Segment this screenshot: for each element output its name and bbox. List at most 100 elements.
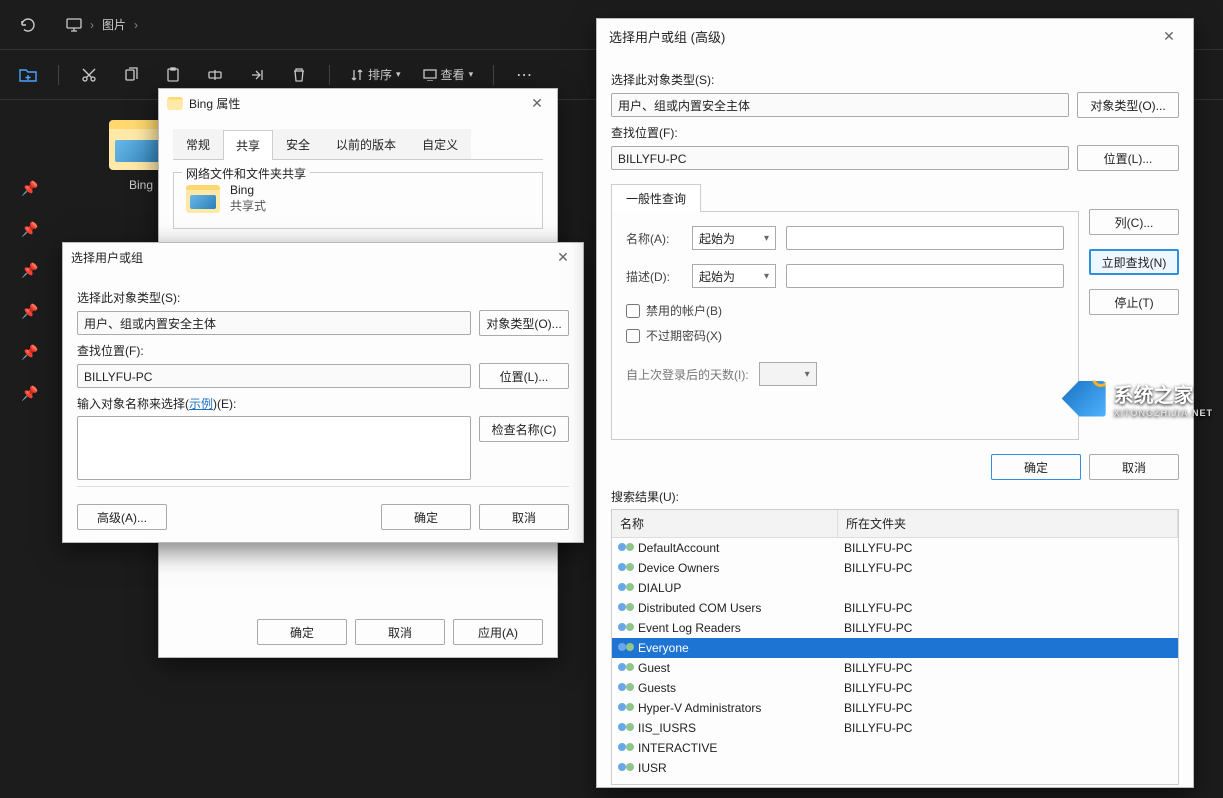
- find-now-button[interactable]: 立即查找(N): [1089, 249, 1179, 275]
- select-user-advanced-dialog: 选择用户或组 (高级) ✕ 选择此对象类型(S): 用户、组或内置安全主体 对象…: [596, 18, 1194, 788]
- group-icon: [618, 681, 634, 695]
- monitor-icon: [66, 18, 82, 32]
- group-icon: [618, 761, 634, 775]
- close-icon[interactable]: ✕: [1157, 28, 1181, 45]
- group-legend: 网络文件和文件夹共享: [182, 165, 310, 182]
- cancel-button[interactable]: 取消: [1089, 454, 1179, 480]
- chevron-down-icon: ▾: [805, 369, 810, 380]
- pin-icon: 📌: [21, 385, 38, 402]
- group-icon: [618, 641, 634, 655]
- view-dropdown[interactable]: 查看 ▾: [415, 59, 482, 91]
- group-icon: [618, 721, 634, 735]
- table-row[interactable]: DIALUP: [612, 578, 1178, 598]
- disabled-accounts-checkbox[interactable]: [626, 304, 640, 318]
- noexpire-password-checkbox[interactable]: [626, 329, 640, 343]
- pin-icon: 📌: [21, 262, 38, 279]
- table-row[interactable]: Device OwnersBILLYFU-PC: [612, 558, 1178, 578]
- name-match-combo[interactable]: 起始为▾: [692, 226, 776, 250]
- object-type-field: 用户、组或内置安全主体: [611, 93, 1069, 117]
- columns-button[interactable]: 列(C)...: [1089, 209, 1179, 235]
- apply-button[interactable]: 应用(A): [453, 619, 543, 645]
- sort-dropdown[interactable]: 排序 ▾: [342, 59, 409, 91]
- location-button[interactable]: 位置(L)...: [1077, 145, 1179, 171]
- folder-icon: [167, 97, 183, 110]
- table-row[interactable]: Event Log ReadersBILLYFU-PC: [612, 618, 1178, 638]
- table-row[interactable]: INTERACTIVE: [612, 738, 1178, 758]
- object-type-label: 选择此对象类型(S):: [611, 71, 1179, 88]
- location-field: BILLYFU-PC: [77, 364, 471, 388]
- results-table[interactable]: 名称 所在文件夹 DefaultAccountBILLYFU-PCDevice …: [611, 509, 1179, 785]
- group-icon: [618, 661, 634, 675]
- breadcrumb[interactable]: › 图片 ›: [56, 16, 148, 33]
- table-row[interactable]: Everyone: [612, 638, 1178, 658]
- names-textarea[interactable]: [77, 416, 471, 480]
- table-row[interactable]: IIS_IUSRSBILLYFU-PC: [612, 718, 1178, 738]
- days-combo[interactable]: ▾: [759, 362, 817, 386]
- tab-1[interactable]: 共享: [223, 130, 273, 160]
- tab-general-query[interactable]: 一般性查询: [611, 184, 701, 212]
- column-header-folder[interactable]: 所在文件夹: [838, 510, 1178, 537]
- tab-2[interactable]: 安全: [273, 129, 323, 159]
- cut-icon[interactable]: [71, 57, 107, 93]
- new-folder-icon[interactable]: [10, 57, 46, 93]
- pin-icon: 📌: [21, 344, 38, 361]
- chevron-down-icon: ▾: [396, 69, 401, 80]
- group-icon: [618, 541, 634, 555]
- group-icon: [618, 561, 634, 575]
- table-row[interactable]: GuestBILLYFU-PC: [612, 658, 1178, 678]
- close-icon[interactable]: ✕: [525, 95, 549, 112]
- properties-tabs: 常规共享安全以前的版本自定义: [173, 129, 543, 160]
- breadcrumb-item[interactable]: 图片: [102, 16, 126, 33]
- dialog-title: 选择用户或组 (高级): [609, 27, 725, 46]
- ok-button[interactable]: 确定: [991, 454, 1081, 480]
- tab-3[interactable]: 以前的版本: [323, 129, 409, 159]
- share-item-name: Bing: [230, 183, 266, 197]
- copy-icon[interactable]: [113, 57, 149, 93]
- names-label: 输入对象名称来选择(示例)(E):: [77, 395, 569, 412]
- chevron-down-icon: ▾: [764, 271, 769, 282]
- column-header-name[interactable]: 名称: [612, 510, 838, 537]
- cancel-button[interactable]: 取消: [355, 619, 445, 645]
- table-row[interactable]: Hyper-V AdministratorsBILLYFU-PC: [612, 698, 1178, 718]
- table-row[interactable]: DefaultAccountBILLYFU-PC: [612, 538, 1178, 558]
- advanced-button[interactable]: 高级(A)...: [77, 504, 167, 530]
- share-item-status: 共享式: [230, 197, 266, 214]
- ok-button[interactable]: 确定: [257, 619, 347, 645]
- sort-icon: [350, 68, 364, 82]
- pin-icon: 📌: [21, 221, 38, 238]
- group-icon: [618, 581, 634, 595]
- group-icon: [618, 621, 634, 635]
- stop-button[interactable]: 停止(T): [1089, 289, 1179, 315]
- cancel-button[interactable]: 取消: [479, 504, 569, 530]
- desc-label: 描述(D):: [626, 268, 682, 285]
- close-icon[interactable]: ✕: [551, 249, 575, 266]
- refresh-button[interactable]: [10, 7, 46, 43]
- table-row[interactable]: Distributed COM UsersBILLYFU-PC: [612, 598, 1178, 618]
- pin-icon: 📌: [21, 180, 38, 197]
- object-type-button[interactable]: 对象类型(O)...: [479, 310, 569, 336]
- desc-match-combo[interactable]: 起始为▾: [692, 264, 776, 288]
- object-type-label: 选择此对象类型(S):: [77, 289, 569, 306]
- table-row[interactable]: GuestsBILLYFU-PC: [612, 678, 1178, 698]
- location-button[interactable]: 位置(L)...: [479, 363, 569, 389]
- chevron-right-icon: ›: [134, 18, 138, 32]
- location-field: BILLYFU-PC: [611, 146, 1069, 170]
- name-input[interactable]: [786, 226, 1064, 250]
- location-label: 查找位置(F):: [77, 342, 569, 359]
- tab-0[interactable]: 常规: [173, 129, 223, 159]
- results-label: 搜索结果(U):: [611, 488, 1179, 505]
- example-link[interactable]: 示例: [189, 397, 213, 411]
- group-icon: [618, 701, 634, 715]
- object-type-field: 用户、组或内置安全主体: [77, 311, 471, 335]
- chevron-down-icon: ▾: [469, 69, 474, 80]
- location-label: 查找位置(F):: [611, 124, 1179, 141]
- group-icon: [618, 601, 634, 615]
- dialog-title: Bing 属性: [189, 95, 240, 112]
- desc-input[interactable]: [786, 264, 1064, 288]
- check-names-button[interactable]: 检查名称(C): [479, 416, 569, 442]
- ok-button[interactable]: 确定: [381, 504, 471, 530]
- table-row[interactable]: IUSR: [612, 758, 1178, 778]
- name-label: 名称(A):: [626, 230, 682, 247]
- tab-4[interactable]: 自定义: [409, 129, 471, 159]
- object-type-button[interactable]: 对象类型(O)...: [1077, 92, 1179, 118]
